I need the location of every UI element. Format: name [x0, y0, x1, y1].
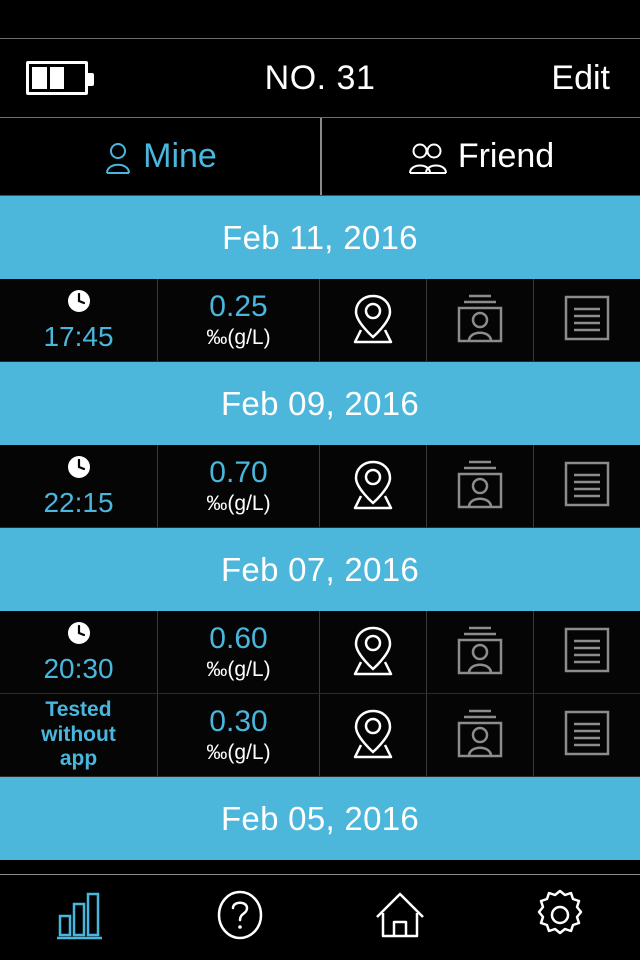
nav-home[interactable] — [320, 875, 480, 960]
row-time-cell: 20:30 — [0, 611, 158, 693]
table-row[interactable]: 20:30 0.60 ‰(g/L) — [0, 611, 640, 694]
tested-without-app-label: Tested without app — [41, 697, 116, 771]
bottom-navigation — [0, 874, 640, 960]
clock-icon — [66, 288, 92, 319]
row-note-cell[interactable] — [534, 694, 640, 776]
status-bar — [0, 0, 640, 38]
gear-icon — [533, 888, 587, 947]
photo-card-icon[interactable] — [451, 705, 509, 766]
note-icon[interactable] — [561, 624, 613, 681]
edit-button[interactable]: Edit — [551, 59, 640, 98]
row-note-cell[interactable] — [534, 445, 640, 527]
tab-friend[interactable]: Friend — [320, 118, 640, 195]
home-icon — [373, 889, 427, 946]
nav-statistics[interactable] — [0, 875, 160, 960]
tab-friend-label: Friend — [457, 137, 555, 175]
note-icon[interactable] — [561, 458, 613, 515]
row-time-label: 22:15 — [43, 487, 114, 519]
bac-unit: ‰(g/L) — [206, 657, 271, 681]
nav-settings[interactable] — [480, 875, 640, 960]
clock-icon — [66, 454, 92, 485]
row-photo-card-cell[interactable] — [427, 694, 534, 776]
row-location-pin-cell[interactable] — [320, 445, 427, 527]
app-header: NO. 31 Edit — [0, 38, 640, 118]
tab-bar: Mine Friend — [0, 118, 640, 196]
bac-value: 0.70 — [209, 455, 268, 489]
clock-icon — [66, 620, 92, 651]
row-value-cell: 0.30 ‰(g/L) — [158, 694, 320, 776]
row-value-cell: 0.70 ‰(g/L) — [158, 445, 320, 527]
two-person-icon — [408, 140, 448, 174]
date-group-header: Feb 07, 2016 — [0, 528, 640, 611]
row-value-cell: 0.60 ‰(g/L) — [158, 611, 320, 693]
row-photo-card-cell[interactable] — [427, 445, 534, 527]
record-list[interactable]: Feb 11, 2016 17:45 0.25 ‰(g/L) Feb 09, 2016 2… — [0, 196, 640, 874]
table-row[interactable]: 22:15 0.70 ‰(g/L) — [0, 445, 640, 528]
row-location-pin-cell[interactable] — [320, 279, 427, 361]
nav-help[interactable] — [160, 875, 320, 960]
bac-value: 0.60 — [209, 621, 268, 655]
row-value-cell: 0.25 ‰(g/L) — [158, 279, 320, 361]
bar-chart-icon — [55, 889, 105, 946]
row-note-cell[interactable] — [534, 611, 640, 693]
row-time-label: 20:30 — [43, 653, 114, 685]
location-pin-icon[interactable] — [347, 290, 399, 351]
location-pin-icon[interactable] — [347, 622, 399, 683]
row-time-label: 17:45 — [43, 321, 114, 353]
date-group-header: Feb 09, 2016 — [0, 362, 640, 445]
location-pin-icon[interactable] — [347, 705, 399, 766]
tab-mine-label: Mine — [143, 137, 217, 175]
bac-value: 0.30 — [209, 704, 268, 738]
single-person-icon — [103, 140, 133, 174]
table-row[interactable]: Tested without app 0.30 ‰(g/L) — [0, 694, 640, 777]
tab-mine[interactable]: Mine — [0, 118, 320, 195]
bac-unit: ‰(g/L) — [206, 325, 271, 349]
row-note-cell[interactable] — [534, 279, 640, 361]
app-root: NO. 31 Edit Mine Friend Feb 11, 2016 17:… — [0, 0, 640, 960]
bac-value: 0.25 — [209, 289, 268, 323]
row-location-pin-cell[interactable] — [320, 611, 427, 693]
note-icon[interactable] — [561, 292, 613, 349]
row-location-pin-cell[interactable] — [320, 694, 427, 776]
photo-card-icon[interactable] — [451, 290, 509, 351]
location-pin-icon[interactable] — [347, 456, 399, 517]
row-photo-card-cell[interactable] — [427, 611, 534, 693]
table-row[interactable]: 17:45 0.25 ‰(g/L) — [0, 279, 640, 362]
row-time-cell: 17:45 — [0, 279, 158, 361]
photo-card-icon[interactable] — [451, 622, 509, 683]
date-group-header: Feb 05, 2016 — [0, 777, 640, 860]
bac-unit: ‰(g/L) — [206, 491, 271, 515]
row-photo-card-cell[interactable] — [427, 279, 534, 361]
page-title: NO. 31 — [264, 58, 376, 97]
help-circle-icon — [215, 889, 265, 946]
photo-card-icon[interactable] — [451, 456, 509, 517]
bac-unit: ‰(g/L) — [206, 740, 271, 764]
date-group-header: Feb 11, 2016 — [0, 196, 640, 279]
note-icon[interactable] — [561, 707, 613, 764]
row-time-cell: Tested without app — [0, 694, 158, 776]
row-time-cell: 22:15 — [0, 445, 158, 527]
